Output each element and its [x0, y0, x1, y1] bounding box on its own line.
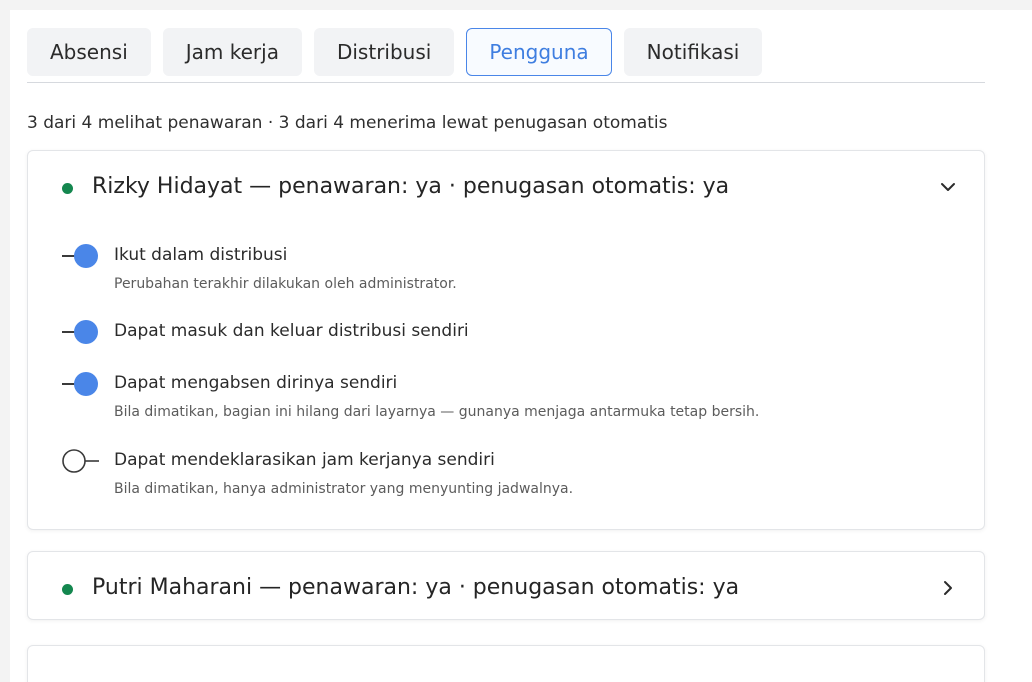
- user-card-putri: Putri Maharani — penawaran: ya · penugas…: [27, 551, 985, 620]
- chevron-down-icon[interactable]: [938, 177, 958, 197]
- tab-jam-kerja[interactable]: Jam kerja: [162, 28, 302, 76]
- setting-label: Ikut dalam distribusi: [114, 245, 288, 265]
- toggle-switch-on[interactable]: [62, 370, 100, 398]
- setting-label: Dapat masuk dan keluar distribusi sendir…: [114, 321, 469, 341]
- users-summary: 3 dari 4 melihat penawaran · 3 dari 4 me…: [27, 113, 668, 133]
- user-card-partial[interactable]: [27, 645, 985, 682]
- tab-distribusi[interactable]: Distribusi: [313, 28, 455, 76]
- tab-absensi[interactable]: Absensi: [27, 28, 151, 76]
- setting-label: Dapat mengabsen dirinya sendiri: [114, 373, 398, 393]
- toggle-switch-off[interactable]: [62, 447, 100, 475]
- status-dot: [62, 584, 73, 595]
- setting-label: Dapat mendeklarasikan jam kerjanya sendi…: [114, 450, 495, 470]
- toggle-switch-on[interactable]: [62, 318, 100, 346]
- setting-description: Bila dimatikan, bagian ini hilang dari l…: [114, 404, 760, 420]
- user-card-rizky: Rizky Hidayat — penawaran: ya · penugasa…: [27, 150, 985, 530]
- user-card-header[interactable]: Putri Maharani — penawaran: ya · penugas…: [28, 552, 984, 621]
- tab-divider: [27, 82, 985, 83]
- user-card-header[interactable]: Rizky Hidayat — penawaran: ya · penugasa…: [28, 151, 984, 221]
- tab-pengguna[interactable]: Pengguna: [466, 28, 612, 76]
- toggle-switch-on[interactable]: [62, 242, 100, 270]
- chevron-right-icon[interactable]: [938, 578, 958, 598]
- status-dot: [62, 183, 73, 194]
- user-card-title: Rizky Hidayat — penawaran: ya · penugasa…: [92, 174, 730, 199]
- setting-description: Bila dimatikan, hanya administrator yang…: [114, 481, 574, 497]
- setting-description: Perubahan terakhir dilakukan oleh admini…: [114, 276, 457, 292]
- tab-bar: Absensi Jam kerja Distribusi Pengguna No…: [27, 28, 763, 76]
- tab-notifikasi[interactable]: Notifikasi: [623, 28, 763, 76]
- user-card-title: Putri Maharani — penawaran: ya · penugas…: [92, 575, 740, 600]
